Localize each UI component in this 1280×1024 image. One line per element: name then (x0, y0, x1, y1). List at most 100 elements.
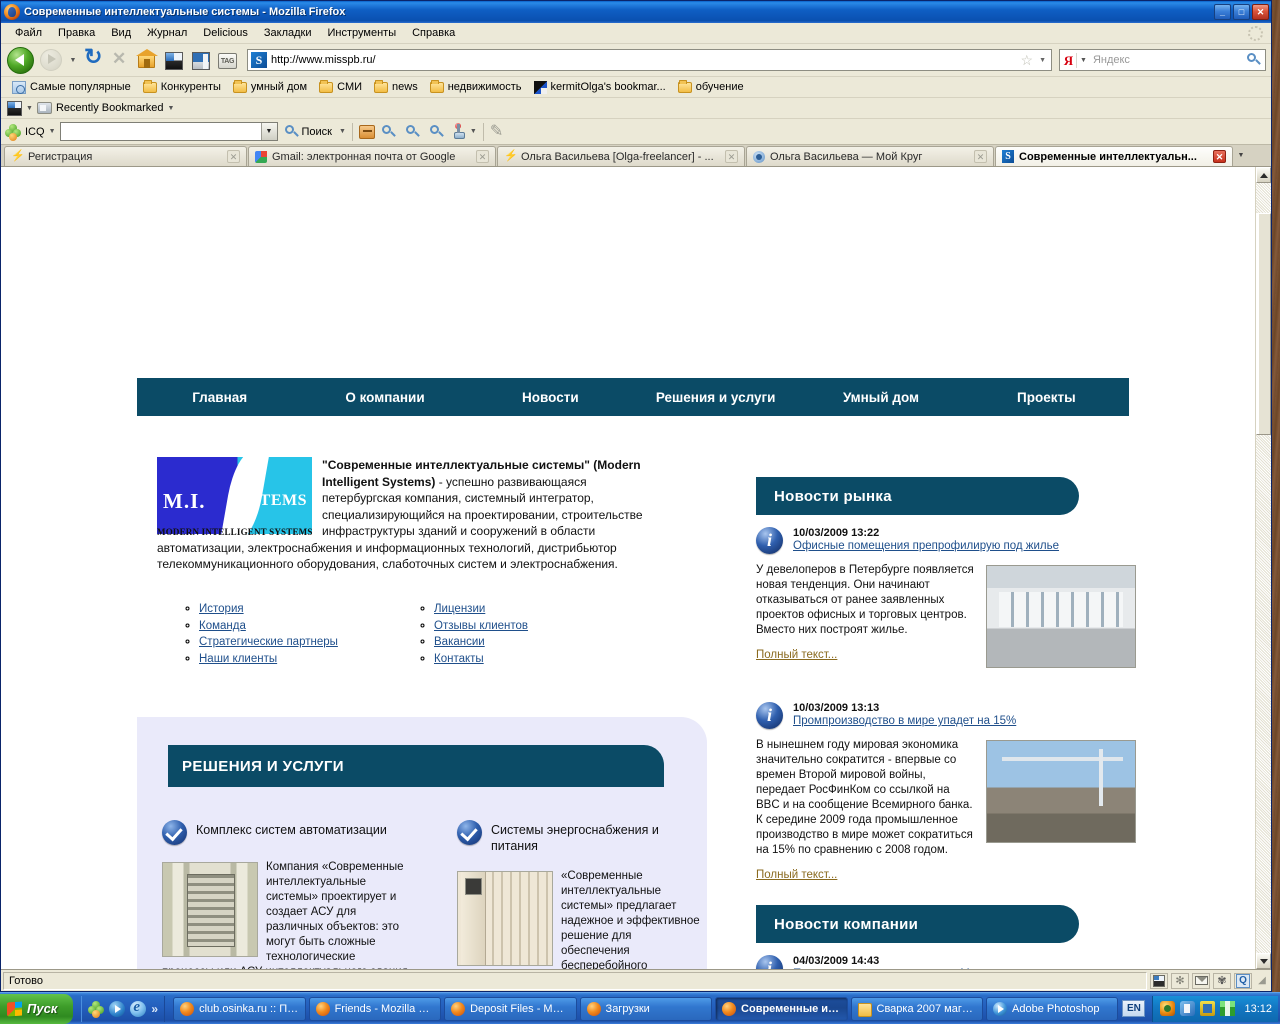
search-bar[interactable]: Я ▼ Яндекс (1059, 49, 1266, 71)
screenshot-icon[interactable] (162, 48, 186, 72)
icq-search-value[interactable] (61, 123, 261, 140)
menu-item-bookmarks[interactable]: Закладки (256, 25, 320, 41)
icq-icon[interactable] (5, 123, 21, 141)
chevron-down-icon[interactable]: ▼ (470, 128, 477, 135)
menu-item-file[interactable]: Файл (7, 25, 50, 41)
home-icon[interactable] (135, 48, 159, 72)
news-more-link[interactable]: Полный текст... (756, 868, 837, 883)
chevron-down-icon[interactable]: ▼ (339, 128, 346, 135)
resize-grip[interactable]: ◢ (1255, 975, 1269, 986)
language-indicator[interactable]: EN (1122, 1000, 1146, 1017)
menu-item-help[interactable]: Справка (404, 25, 463, 41)
chevron-down-icon[interactable]: ▼ (49, 128, 56, 135)
scrollbar-thumb[interactable] (1256, 213, 1271, 435)
close-icon[interactable]: ✕ (725, 150, 738, 163)
start-button[interactable]: Пуск (0, 993, 74, 1024)
taskbar-item-svarka[interactable]: Сварка 2007 магни... (850, 996, 983, 1021)
chevron-down-icon[interactable]: ▼ (168, 105, 175, 112)
link-vacancies[interactable]: Вакансии (434, 636, 485, 648)
link-history[interactable]: История (199, 603, 244, 615)
taskbar-clock[interactable]: 13:12 (1240, 1003, 1272, 1015)
zoom-reset-icon[interactable] (405, 124, 420, 139)
link-testimonials[interactable]: Отзывы клиентов (434, 620, 528, 632)
search-icon[interactable] (1247, 52, 1262, 68)
tab-registration[interactable]: Регистрация ✕ (4, 146, 247, 166)
bookmark-obuchenie[interactable]: обучение (673, 79, 749, 95)
news-title-link[interactable]: Промпроизводство в мире упадет на 15% (793, 714, 1136, 729)
taskbar-item-photoshop[interactable]: Adobe Photoshop (986, 996, 1119, 1021)
nav-link-home[interactable]: Главная (137, 390, 302, 405)
bookmark-smi[interactable]: СМИ (314, 79, 367, 95)
news-title-link[interactable]: Офисные помещения препрофилирую под жиль… (793, 539, 1136, 554)
link-partners[interactable]: Стратегические партнеры (199, 636, 338, 648)
close-icon[interactable]: ✕ (227, 150, 240, 163)
screenshot-status-icon[interactable] (1150, 972, 1168, 989)
taskbar-item-misspb[interactable]: Современные ин... (715, 996, 848, 1021)
tab-moikrug[interactable]: Ольга Васильева — Мой Круг ✕ (746, 146, 994, 166)
notes-icon[interactable] (490, 121, 508, 141)
menu-item-view[interactable]: Вид (103, 25, 139, 41)
bookmark-konkurenty[interactable]: Конкуренты (138, 79, 226, 95)
address-bar[interactable]: S http://www.misspb.ru/ ☆ ▼ (247, 49, 1052, 71)
delicious-status-icon[interactable]: ✻ (1171, 972, 1189, 989)
bookmark-news[interactable]: news (369, 79, 423, 95)
mail-status-icon[interactable] (1192, 972, 1210, 989)
maximize-button[interactable]: □ (1233, 4, 1250, 20)
nav-link-news[interactable]: Новости (468, 390, 633, 405)
internet-explorer-icon[interactable] (130, 999, 147, 1017)
bug-status-icon[interactable]: ✾ (1213, 972, 1231, 989)
link-team[interactable]: Команда (199, 620, 246, 632)
zoom-in-icon[interactable] (381, 124, 396, 139)
nav-link-solutions[interactable]: Решения и услуги (633, 390, 798, 405)
search-input[interactable]: Яндекс (1090, 54, 1244, 66)
close-icon[interactable]: ✕ (974, 150, 987, 163)
stop-icon[interactable] (108, 48, 132, 72)
forward-button[interactable] (39, 47, 65, 73)
contacts-icon[interactable] (358, 124, 375, 139)
bookmark-nedvizhimost[interactable]: недвижимость (425, 79, 527, 95)
icq-icon[interactable] (88, 1000, 105, 1018)
yandex-icon[interactable]: Я (1063, 52, 1077, 68)
icq-search-input[interactable]: ▼ (59, 122, 278, 141)
bookmark-kermitolga[interactable]: kermitOlga's bookmar... (529, 79, 671, 96)
url-text[interactable]: http://www.misspb.ru/ (271, 54, 1017, 66)
menu-item-edit[interactable]: Правка (50, 25, 103, 41)
bookmark-umnyy-dom[interactable]: умный дом (228, 79, 312, 95)
close-icon[interactable]: ✕ (476, 150, 489, 163)
menu-item-history[interactable]: Журнал (139, 25, 195, 41)
news-more-link[interactable]: Полный текст... (756, 648, 837, 663)
taskbar-item-friends[interactable]: Friends - Mozilla Fire... (308, 996, 442, 1021)
vertical-scrollbar[interactable] (1255, 167, 1271, 969)
nav-link-about[interactable]: О компании (302, 390, 467, 405)
tray-traffic-icon[interactable] (1220, 1001, 1236, 1016)
bookmark-star-icon[interactable]: ☆ (1021, 53, 1034, 67)
link-clients[interactable]: Наши клиенты (199, 653, 277, 665)
taskbar-item-depositfiles[interactable]: Deposit Files - Mozill... (444, 996, 577, 1021)
taskbar-item-downloads[interactable]: Загрузки (579, 996, 713, 1021)
close-button[interactable]: ✕ (1252, 4, 1269, 20)
scroll-up-button[interactable] (1256, 167, 1271, 183)
recently-bookmarked-label[interactable]: Recently Bookmarked (56, 102, 164, 114)
screenshot-icon[interactable] (7, 100, 22, 116)
link-licenses[interactable]: Лицензии (434, 603, 485, 615)
link-contacts[interactable]: Контакты (434, 653, 484, 665)
games-icon[interactable] (451, 123, 466, 139)
close-icon[interactable]: ✕ (1213, 150, 1226, 163)
media-player-icon[interactable] (109, 1000, 126, 1017)
minimize-button[interactable]: _ (1214, 4, 1231, 20)
news-title-link[interactable]: Поздравление с наступающим Международным… (793, 967, 1136, 969)
chevron-down-icon[interactable]: ▼ (1080, 57, 1087, 64)
nav-link-projects[interactable]: Проекты (964, 390, 1129, 405)
chevron-down-icon[interactable]: ▼ (1037, 57, 1048, 64)
icq-search-button[interactable]: Поиск (282, 124, 335, 140)
zoom-out-icon[interactable] (429, 124, 444, 139)
tag-icon[interactable]: TAG (216, 48, 240, 72)
tab-olga-freelancer[interactable]: Ольга Васильева [Olga-freelancer] - ... … (497, 146, 745, 166)
scrollbar-track[interactable] (1256, 183, 1271, 953)
tab-gmail[interactable]: Gmail: электронная почта от Google ✕ (248, 146, 496, 166)
icq-brand-label[interactable]: ICQ (25, 126, 45, 138)
nav-link-smarthome[interactable]: Умный дом (798, 390, 963, 405)
list-all-tabs-icon[interactable]: ▼ (1234, 152, 1248, 159)
tab-misspb[interactable]: S Современные интеллектуальн... ✕ (995, 146, 1233, 166)
back-button[interactable] (6, 46, 36, 74)
